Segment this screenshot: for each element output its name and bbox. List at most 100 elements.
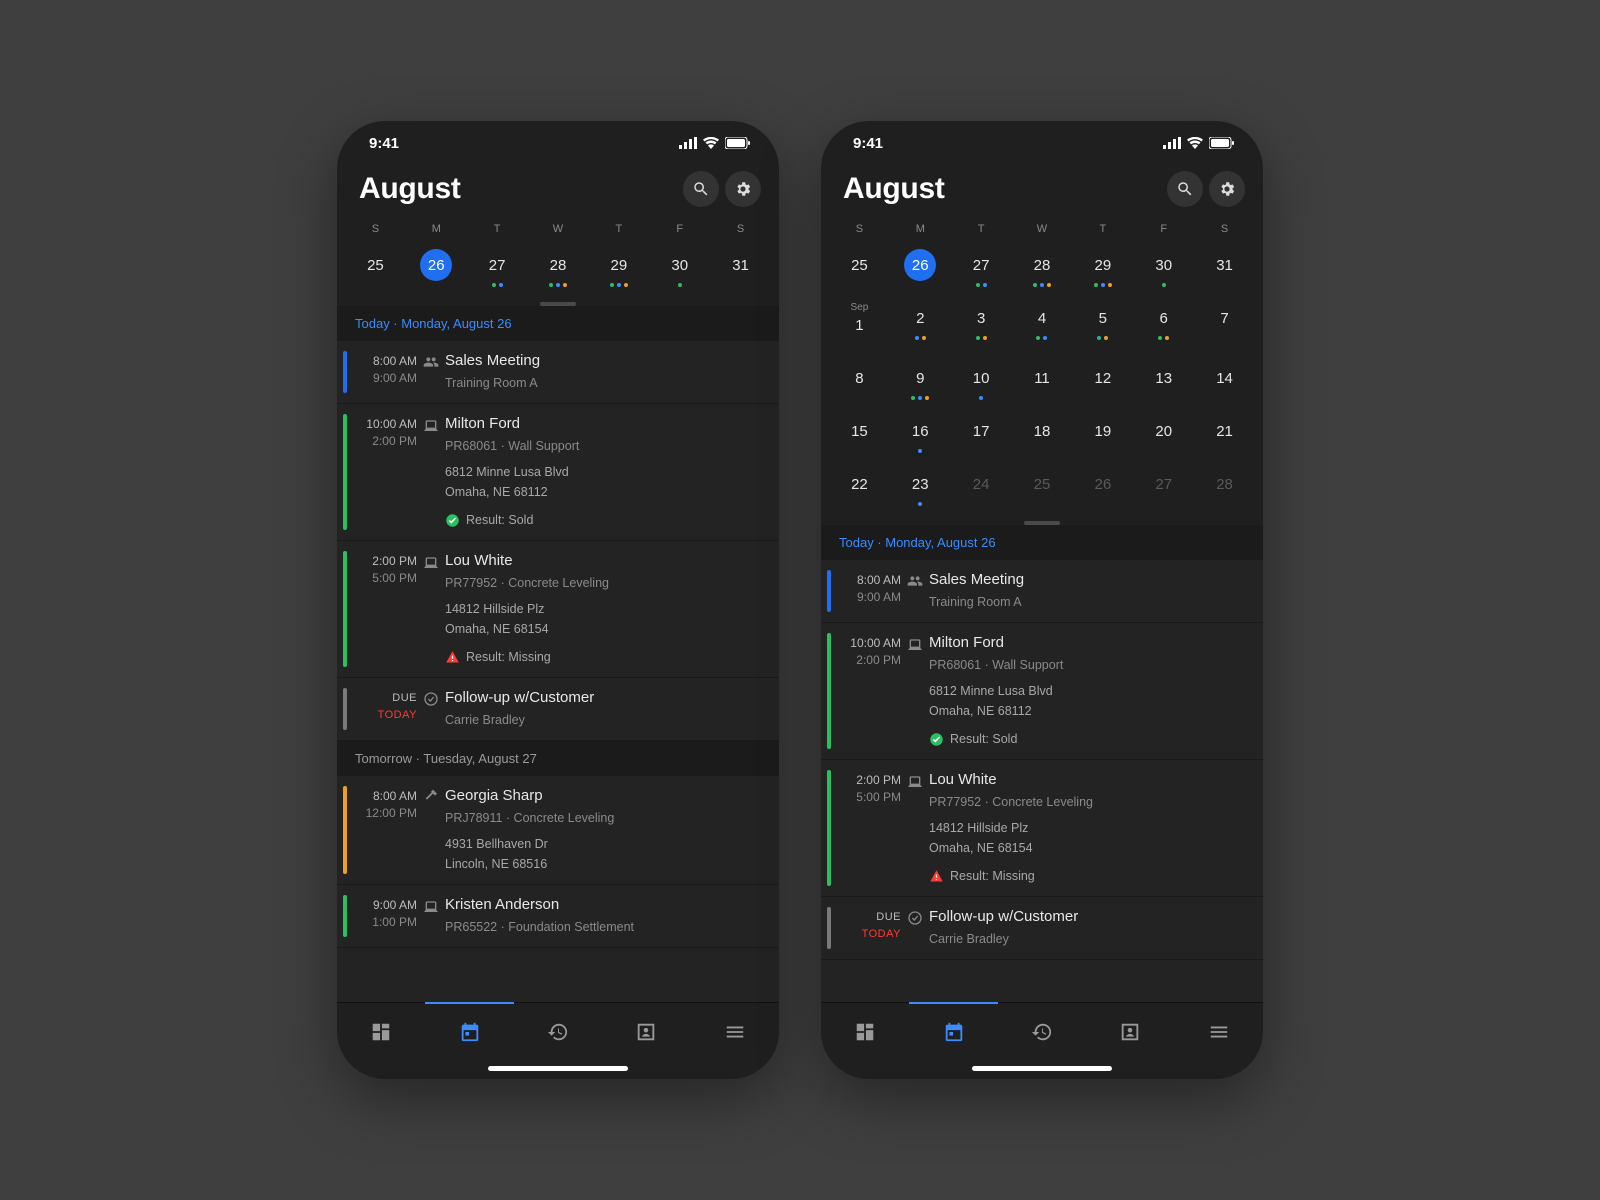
tab-menu[interactable] — [691, 1003, 779, 1060]
day-cell[interactable]: 5 — [1072, 298, 1133, 358]
settings-button[interactable] — [725, 171, 761, 207]
search-button[interactable] — [683, 171, 719, 207]
event-item[interactable]: 8:00 AM9:00 AM Sales Meeting Training Ro… — [821, 560, 1263, 623]
day-cell[interactable]: 31 — [710, 245, 771, 298]
event-times: 8:00 AM12:00 PM — [355, 786, 417, 874]
tab-contacts[interactable] — [1086, 1003, 1174, 1060]
day-cell[interactable]: 26 — [406, 245, 467, 298]
event-dots — [649, 283, 710, 288]
event-dots — [890, 396, 951, 401]
event-item[interactable]: 2:00 PM5:00 PM Lou White PR77952 · Concr… — [337, 541, 779, 678]
day-cell[interactable]: 9 — [890, 358, 951, 411]
day-cell[interactable]: 11 — [1012, 358, 1073, 411]
day-cell[interactable]: 8 — [829, 358, 890, 411]
day-cell[interactable]: 18 — [1012, 411, 1073, 464]
tab-indicator — [425, 1002, 513, 1004]
day-cell[interactable]: 19 — [1072, 411, 1133, 464]
event-item[interactable]: DUETODAY Follow-up w/Customer Carrie Bra… — [337, 678, 779, 741]
event-item[interactable]: 8:00 AM12:00 PM Georgia Sharp PRJ78911 ·… — [337, 776, 779, 885]
day-cell[interactable]: 2 — [890, 298, 951, 358]
day-cell[interactable]: 6 — [1133, 298, 1194, 358]
settings-button[interactable] — [1209, 171, 1245, 207]
history-icon — [547, 1021, 569, 1043]
day-cell[interactable]: 25 — [829, 245, 890, 298]
day-number: 17 — [965, 415, 997, 447]
day-cell[interactable]: Sep1 — [829, 298, 890, 358]
day-cell[interactable]: 22 — [829, 464, 890, 517]
gear-icon — [1218, 180, 1236, 198]
day-cell[interactable]: 28 — [1012, 245, 1073, 298]
event-color-stripe — [343, 551, 347, 667]
tab-contacts[interactable] — [602, 1003, 690, 1060]
day-cell[interactable]: 29 — [588, 245, 649, 298]
day-cell[interactable]: 21 — [1194, 411, 1255, 464]
event-dots — [406, 283, 467, 288]
tab-dashboard[interactable] — [337, 1003, 425, 1060]
day-cell[interactable]: 26 — [1072, 464, 1133, 517]
event-item[interactable]: 8:00 AM9:00 AM Sales Meeting Training Ro… — [337, 341, 779, 404]
day-cell[interactable]: 16 — [890, 411, 951, 464]
tab-history[interactable] — [514, 1003, 602, 1060]
search-button[interactable] — [1167, 171, 1203, 207]
weekday-label: W — [528, 217, 589, 245]
day-cell[interactable]: 27 — [1133, 464, 1194, 517]
event-list[interactable]: Today · Monday, August 26 8:00 AM9:00 AM… — [821, 525, 1263, 1002]
day-cell[interactable]: 14 — [1194, 358, 1255, 411]
event-dots — [1072, 396, 1133, 401]
event-list[interactable]: Today · Monday, August 26 8:00 AM9:00 AM… — [337, 306, 779, 1002]
tab-history[interactable] — [998, 1003, 1086, 1060]
day-cell[interactable]: 12 — [1072, 358, 1133, 411]
event-dots — [588, 283, 649, 288]
day-number: 28 — [1026, 249, 1058, 281]
event-title: Milton Ford — [445, 414, 767, 434]
weekday-label: S — [1194, 217, 1255, 245]
event-address: 14812 Hillside PlzOmaha, NE 68154 — [445, 599, 767, 639]
event-item[interactable]: 9:00 AM1:00 PM Kristen Anderson PR65522 … — [337, 885, 779, 948]
dashboard-icon — [370, 1021, 392, 1043]
tab-dashboard[interactable] — [821, 1003, 909, 1060]
event-times: DUETODAY — [839, 907, 901, 949]
day-cell[interactable]: 10 — [951, 358, 1012, 411]
header: August — [337, 165, 779, 217]
day-cell[interactable]: 27 — [467, 245, 528, 298]
day-cell[interactable]: 24 — [951, 464, 1012, 517]
day-cell[interactable]: 15 — [829, 411, 890, 464]
day-cell[interactable]: 25 — [1012, 464, 1073, 517]
day-cell[interactable]: 4 — [1012, 298, 1073, 358]
day-cell[interactable]: 3 — [951, 298, 1012, 358]
tab-menu[interactable] — [1175, 1003, 1263, 1060]
day-cell[interactable]: 25 — [345, 245, 406, 298]
tab-calendar[interactable] — [425, 1003, 513, 1060]
day-cell[interactable]: 23 — [890, 464, 951, 517]
day-cell[interactable]: 31 — [1194, 245, 1255, 298]
event-dots — [829, 502, 890, 507]
section-today: Today · Monday, August 26 — [821, 525, 1263, 560]
day-cell[interactable]: 30 — [649, 245, 710, 298]
day-cell[interactable]: 13 — [1133, 358, 1194, 411]
status-time: 9:41 — [853, 135, 883, 152]
header: August — [821, 165, 1263, 217]
tab-calendar[interactable] — [909, 1003, 997, 1060]
day-cell[interactable]: 20 — [1133, 411, 1194, 464]
event-dots — [829, 449, 890, 454]
event-dots — [890, 502, 951, 507]
day-cell[interactable]: 28 — [1194, 464, 1255, 517]
day-cell[interactable]: 28 — [528, 245, 589, 298]
event-dots — [890, 283, 951, 288]
event-item[interactable]: 10:00 AM2:00 PM Milton Ford PR68061 · Wa… — [337, 404, 779, 541]
event-item[interactable]: 10:00 AM2:00 PM Milton Ford PR68061 · Wa… — [821, 623, 1263, 760]
home-indicator[interactable] — [972, 1066, 1112, 1071]
day-cell[interactable]: 26 — [890, 245, 951, 298]
day-cell[interactable]: 7 — [1194, 298, 1255, 358]
event-item[interactable]: DUETODAY Follow-up w/Customer Carrie Bra… — [821, 897, 1263, 960]
event-item[interactable]: 2:00 PM5:00 PM Lou White PR77952 · Concr… — [821, 760, 1263, 897]
calendar-icon — [459, 1021, 481, 1043]
day-cell[interactable]: 29 — [1072, 245, 1133, 298]
event-title: Milton Ford — [929, 633, 1251, 653]
day-cell[interactable]: 30 — [1133, 245, 1194, 298]
day-cell[interactable]: 27 — [951, 245, 1012, 298]
home-indicator[interactable] — [488, 1066, 628, 1071]
day-cell[interactable]: 17 — [951, 411, 1012, 464]
event-title: Lou White — [445, 551, 767, 571]
day-number: 8 — [843, 362, 875, 394]
